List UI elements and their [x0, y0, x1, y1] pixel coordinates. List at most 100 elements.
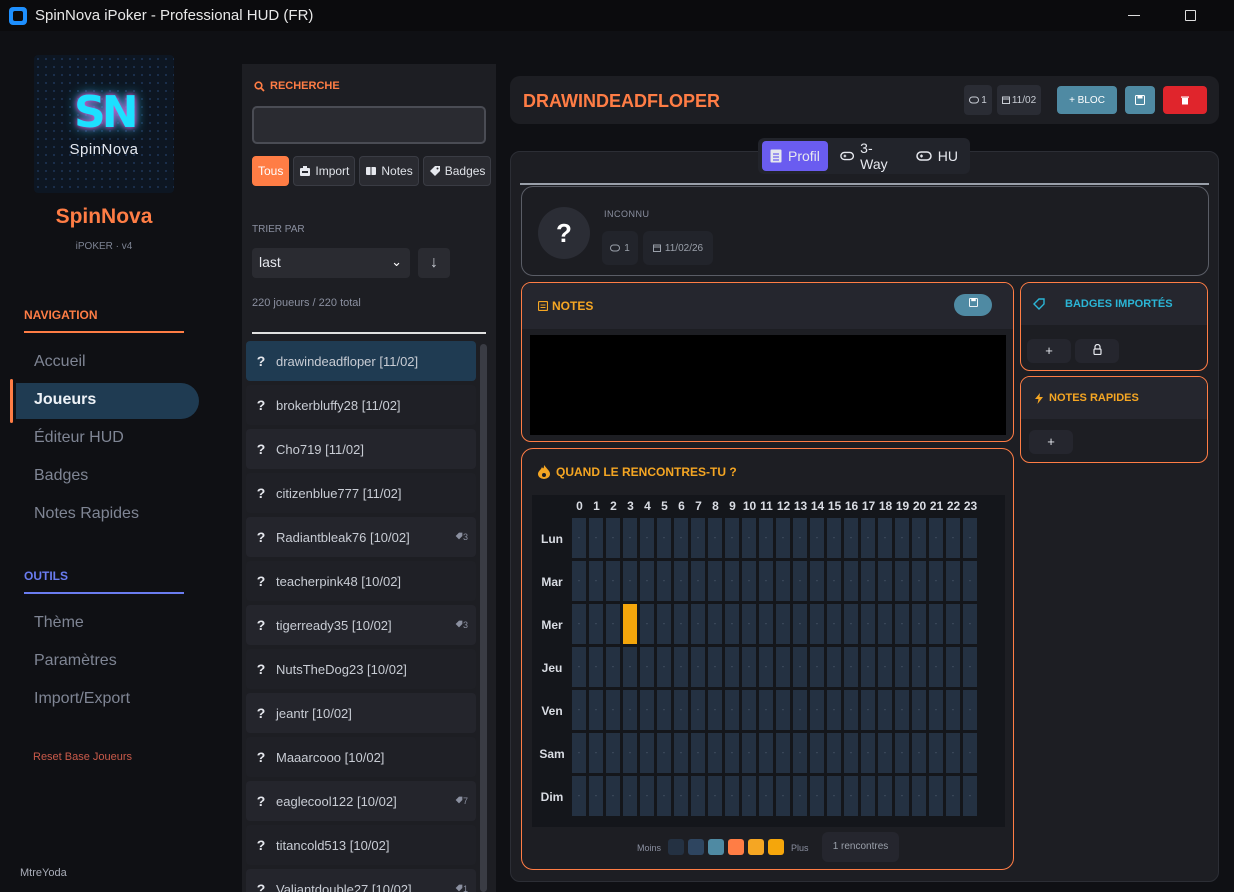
- heatmap-cell[interactable]: -: [691, 776, 705, 816]
- heatmap-cell[interactable]: -: [742, 561, 756, 601]
- heatmap-cell[interactable]: -: [606, 561, 620, 601]
- heatmap-cell[interactable]: -: [895, 518, 909, 558]
- heatmap-cell[interactable]: -: [878, 733, 892, 773]
- heatmap-cell[interactable]: -: [640, 776, 654, 816]
- heatmap-cell[interactable]: -: [657, 518, 671, 558]
- heatmap-cell[interactable]: -: [844, 561, 858, 601]
- heatmap-cell[interactable]: -: [657, 561, 671, 601]
- add-badge-button[interactable]: +: [1027, 339, 1071, 363]
- maximize-button[interactable]: [1167, 0, 1213, 31]
- player-row[interactable]: ? eaglecool122 [10/02] 7: [246, 781, 476, 821]
- heatmap-cell[interactable]: -: [946, 647, 960, 687]
- heatmap-cell[interactable]: -: [589, 690, 603, 730]
- heatmap-cell[interactable]: -: [946, 561, 960, 601]
- heatmap-cell[interactable]: -: [572, 561, 586, 601]
- heatmap-cell[interactable]: -: [708, 604, 722, 644]
- heatmap-cell[interactable]: -: [674, 518, 688, 558]
- player-row[interactable]: ? jeantr [10/02]: [246, 693, 476, 733]
- heatmap-cell[interactable]: -: [793, 518, 807, 558]
- nav-item-notes-rapides[interactable]: Notes Rapides: [34, 505, 139, 523]
- heatmap-cell[interactable]: -: [759, 690, 773, 730]
- heatmap-cell[interactable]: -: [725, 776, 739, 816]
- heatmap-cell[interactable]: -: [861, 647, 875, 687]
- heatmap-cell[interactable]: -: [691, 561, 705, 601]
- heatmap-cell[interactable]: -: [657, 733, 671, 773]
- heatmap-cell[interactable]: -: [708, 776, 722, 816]
- heatmap-cell[interactable]: -: [963, 733, 977, 773]
- heatmap-cell[interactable]: -: [946, 776, 960, 816]
- player-row[interactable]: ? Valiantdouble27 [10/02] 1: [246, 869, 476, 892]
- heatmap-cell[interactable]: -: [844, 647, 858, 687]
- filter-badges-button[interactable]: Badges: [422, 156, 492, 186]
- heatmap-cell[interactable]: -: [572, 518, 586, 558]
- heatmap-cell[interactable]: -: [657, 776, 671, 816]
- sort-select[interactable]: last ⌄: [252, 248, 410, 278]
- heatmap-cell[interactable]: -: [708, 561, 722, 601]
- heatmap-cell[interactable]: -: [759, 518, 773, 558]
- tab-profil[interactable]: Profil: [762, 141, 828, 171]
- heatmap-cell[interactable]: -: [572, 690, 586, 730]
- add-bloc-button[interactable]: + BLOC: [1057, 86, 1117, 114]
- heatmap-cell[interactable]: -: [878, 518, 892, 558]
- heatmap-cell[interactable]: -: [929, 561, 943, 601]
- heatmap-cell[interactable]: -: [674, 561, 688, 601]
- heatmap-cell[interactable]: -: [827, 690, 841, 730]
- heatmap-cell[interactable]: -: [827, 604, 841, 644]
- heatmap-cell[interactable]: -: [725, 604, 739, 644]
- heatmap-cell[interactable]: -: [640, 690, 654, 730]
- heatmap-cell[interactable]: -: [946, 604, 960, 644]
- heatmap-cell[interactable]: -: [674, 776, 688, 816]
- player-row[interactable]: ? Radiantbleak76 [10/02] 3: [246, 517, 476, 557]
- heatmap-cell[interactable]: -: [946, 733, 960, 773]
- heatmap-cell[interactable]: -: [606, 690, 620, 730]
- heatmap-cell[interactable]: -: [827, 561, 841, 601]
- heatmap-cell[interactable]: -: [827, 647, 841, 687]
- heatmap-cell[interactable]: -: [861, 561, 875, 601]
- heatmap-cell[interactable]: -: [793, 690, 807, 730]
- heatmap-cell[interactable]: -: [623, 690, 637, 730]
- heatmap-cell[interactable]: -: [963, 690, 977, 730]
- nav-item-accueil[interactable]: Accueil: [34, 353, 86, 371]
- nav-item-editeur-hud[interactable]: Éditeur HUD: [34, 429, 124, 447]
- heatmap-cell[interactable]: -: [963, 561, 977, 601]
- heatmap-cell[interactable]: -: [878, 690, 892, 730]
- heatmap-cell[interactable]: -: [793, 647, 807, 687]
- heatmap-cell[interactable]: -: [827, 518, 841, 558]
- heatmap-cell[interactable]: -: [895, 604, 909, 644]
- add-quick-note-button[interactable]: +: [1029, 430, 1073, 454]
- heatmap-cell[interactable]: -: [572, 733, 586, 773]
- heatmap-cell[interactable]: -: [742, 518, 756, 558]
- heatmap-cell[interactable]: -: [640, 647, 654, 687]
- heatmap-cell[interactable]: -: [725, 561, 739, 601]
- notes-textarea[interactable]: [530, 335, 1006, 435]
- heatmap-cell[interactable]: -: [963, 647, 977, 687]
- heatmap-cell[interactable]: -: [861, 690, 875, 730]
- heatmap-cell[interactable]: -: [657, 647, 671, 687]
- heatmap-cell[interactable]: -: [793, 561, 807, 601]
- heatmap-cell[interactable]: -: [623, 776, 637, 816]
- nav-item-parametres[interactable]: Paramètres: [34, 652, 117, 670]
- heatmap-cell[interactable]: -: [725, 518, 739, 558]
- heatmap-cell[interactable]: -: [861, 733, 875, 773]
- heatmap-cell[interactable]: -: [606, 604, 620, 644]
- heatmap-cell[interactable]: -: [776, 604, 790, 644]
- heatmap-cell[interactable]: -: [776, 647, 790, 687]
- heatmap-cell[interactable]: -: [912, 518, 926, 558]
- heatmap-cell[interactable]: -: [827, 776, 841, 816]
- heatmap-cell[interactable]: -: [878, 561, 892, 601]
- heatmap-cell[interactable]: -: [708, 733, 722, 773]
- heatmap-cell[interactable]: -: [725, 690, 739, 730]
- heatmap-cell[interactable]: -: [725, 733, 739, 773]
- heatmap-cell[interactable]: -: [861, 776, 875, 816]
- player-row[interactable]: ? teacherpink48 [10/02]: [246, 561, 476, 601]
- heatmap-cell[interactable]: -: [589, 776, 603, 816]
- heatmap-cell[interactable]: -: [878, 604, 892, 644]
- heatmap-cell[interactable]: -: [895, 647, 909, 687]
- heatmap-cell[interactable]: -: [963, 776, 977, 816]
- heatmap-cell[interactable]: -: [742, 690, 756, 730]
- heatmap-cell[interactable]: -: [623, 518, 637, 558]
- heatmap-cell[interactable]: -: [776, 518, 790, 558]
- lock-badge-button[interactable]: [1075, 339, 1119, 363]
- heatmap-cell[interactable]: -: [810, 561, 824, 601]
- heatmap-cell[interactable]: -: [674, 733, 688, 773]
